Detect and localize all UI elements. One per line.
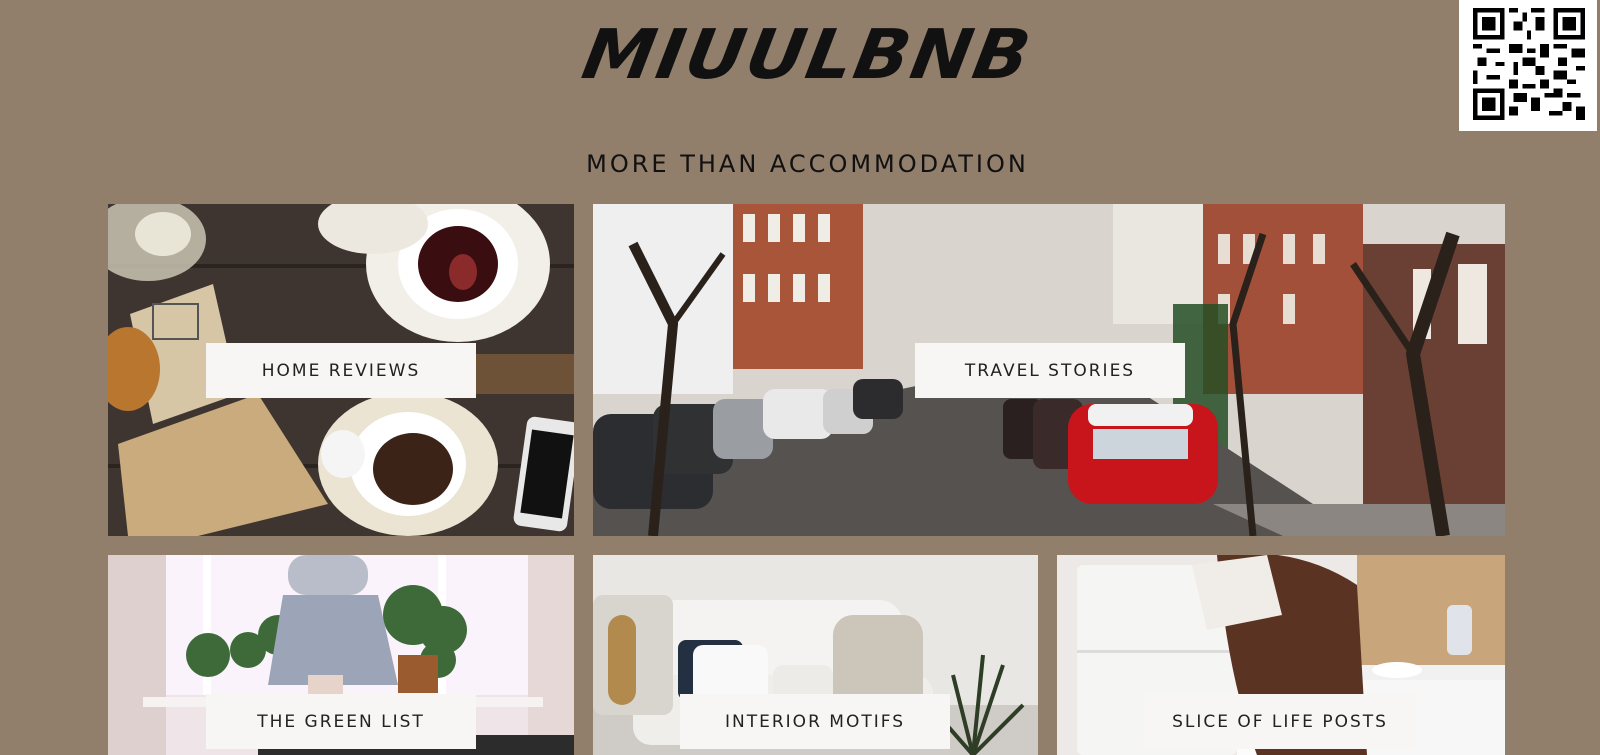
qr-code-icon [1473,8,1585,120]
tile-interior-motifs[interactable]: INTERIOR MOTIFS [593,555,1038,755]
qr-code [1459,0,1597,131]
tile-label: INTERIOR MOTIFS [680,694,950,749]
tile-travel-stories[interactable]: TRAVEL STORIES [593,204,1505,536]
tile-the-green-list[interactable]: THE GREEN LIST [108,555,574,755]
tile-home-reviews[interactable]: HOME REVIEWS [108,204,574,536]
tile-label: SLICE OF LIFE POSTS [1145,694,1415,749]
tile-label: HOME REVIEWS [206,343,476,398]
tile-slice-of-life-posts[interactable]: SLICE OF LIFE POSTS [1057,555,1505,755]
site-logo[interactable]: MIUULBNB [0,14,1600,94]
page-tagline: MORE THAN ACCOMMODATION [586,150,1029,178]
tile-label: TRAVEL STORIES [915,343,1185,398]
tile-label: THE GREEN LIST [206,694,476,749]
